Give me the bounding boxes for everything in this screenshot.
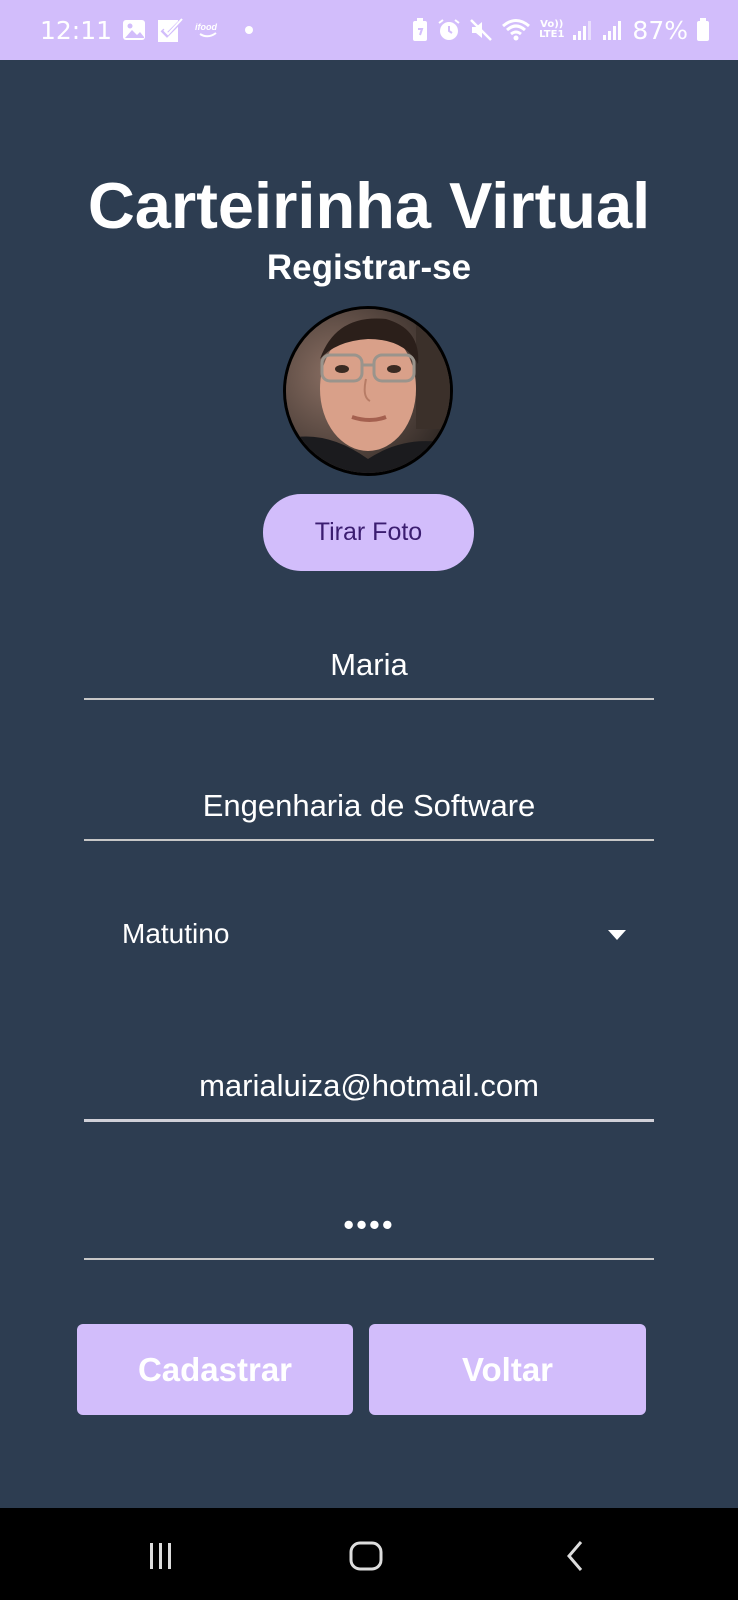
gallery-icon <box>122 19 146 41</box>
register-button[interactable]: Cadastrar <box>77 1324 353 1415</box>
register-screen: Carteirinha Virtual Registrar-se Tirar F <box>0 60 738 1508</box>
status-right: Vo)) LTE1 87% <box>411 14 710 46</box>
shift-select[interactable]: Matutino <box>84 904 654 970</box>
recent-apps-icon[interactable] <box>131 1536 191 1576</box>
signal-icon <box>602 19 624 41</box>
navigation-bar <box>0 1508 738 1600</box>
page-subtitle: Registrar-se <box>266 248 472 287</box>
page-title: Carteirinha Virtual <box>87 169 651 242</box>
volte-icon: Vo)) LTE1 <box>539 19 565 40</box>
email-field[interactable]: marialuiza@hotmail.com <box>84 1053 654 1122</box>
battery-percent: 87% <box>632 15 688 45</box>
status-bar: 12:11 ifood Vo)) LTE1 87% <box>0 0 738 60</box>
profile-photo <box>283 306 453 476</box>
battery-saver-icon <box>411 18 429 42</box>
dot-icon <box>244 25 254 35</box>
take-photo-button[interactable]: Tirar Foto <box>263 494 474 571</box>
check-app-icon <box>156 16 184 44</box>
name-field[interactable]: Maria <box>84 632 654 700</box>
status-time: 12:11 <box>40 15 113 45</box>
status-left: 12:11 ifood <box>40 14 254 46</box>
back-icon[interactable] <box>545 1536 605 1576</box>
chevron-down-icon <box>607 928 627 946</box>
battery-icon <box>696 18 710 42</box>
alarm-icon <box>437 18 461 42</box>
home-icon[interactable] <box>336 1536 396 1576</box>
svg-text:ifood: ifood <box>195 22 217 32</box>
shift-select-value: Matutino <box>122 918 230 949</box>
back-button[interactable]: Voltar <box>369 1324 646 1415</box>
course-field[interactable]: Engenharia de Software <box>84 773 654 841</box>
mute-icon <box>469 18 493 42</box>
password-field[interactable]: •••• <box>84 1192 654 1260</box>
ifood-icon: ifood <box>194 20 224 40</box>
wifi-icon <box>501 18 531 42</box>
signal-icon <box>572 19 594 41</box>
